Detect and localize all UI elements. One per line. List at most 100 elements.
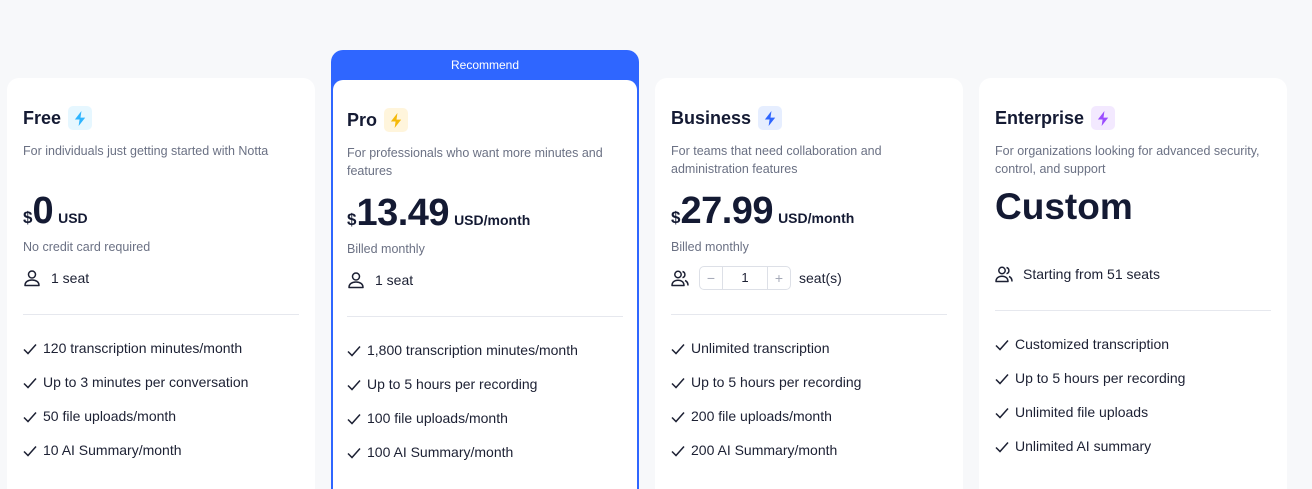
plan-title: Enterprise bbox=[995, 107, 1085, 128]
price-note-empty bbox=[995, 236, 1271, 254]
check-icon bbox=[995, 374, 1009, 385]
feature-item: 1,800 transcription minutes/month bbox=[347, 342, 623, 376]
price-amount: 13.49 bbox=[356, 192, 450, 234]
price-unit: USD/month bbox=[778, 210, 855, 226]
check-icon bbox=[23, 378, 37, 389]
feature-item: Unlimited file uploads bbox=[995, 404, 1271, 438]
check-icon bbox=[347, 414, 361, 425]
plan-description: For teams that need collaboration and ad… bbox=[671, 144, 882, 176]
lightning-icon bbox=[758, 106, 783, 130]
feature-list: 1,800 transcription minutes/month Up to … bbox=[347, 342, 623, 478]
decrement-button[interactable]: − bbox=[700, 267, 722, 289]
check-icon bbox=[995, 340, 1009, 351]
feature-text: Unlimited transcription bbox=[691, 340, 830, 356]
feature-text: Unlimited file uploads bbox=[1015, 404, 1149, 420]
feature-text: 120 transcription minutes/month bbox=[43, 340, 243, 356]
feature-text: 1,800 transcription minutes/month bbox=[367, 342, 578, 358]
price-amount: 27.99 bbox=[680, 190, 774, 232]
currency-symbol: $ bbox=[23, 208, 33, 227]
feature-item: 100 AI Summary/month bbox=[347, 444, 623, 478]
plan-description: For individuals just getting started wit… bbox=[23, 144, 269, 158]
feature-text: 100 file uploads/month bbox=[367, 410, 508, 426]
check-icon bbox=[347, 448, 361, 459]
feature-text: 200 file uploads/month bbox=[691, 408, 832, 424]
divider bbox=[347, 316, 623, 317]
plan-card-free: Free For individuals just getting starte… bbox=[7, 78, 315, 489]
feature-item: Unlimited AI summary bbox=[995, 438, 1271, 472]
seat-stepper[interactable]: − 1 + bbox=[699, 266, 791, 290]
check-icon bbox=[671, 412, 685, 423]
users-icon bbox=[995, 266, 1013, 283]
user-icon bbox=[24, 270, 40, 287]
price: $ 27.99 USD/month bbox=[671, 190, 947, 234]
price-custom: Custom bbox=[995, 186, 1133, 227]
feature-text: Up to 5 hours per recording bbox=[691, 374, 862, 390]
plan-card-enterprise: Enterprise For organizations looking for… bbox=[979, 78, 1287, 489]
feature-text: 10 AI Summary/month bbox=[43, 442, 182, 458]
plan-card-business: Business For teams that need collaborati… bbox=[655, 78, 963, 489]
currency-symbol: $ bbox=[671, 208, 681, 227]
feature-list: Customized transcription Up to 5 hours p… bbox=[995, 336, 1271, 472]
seat-count-input[interactable]: 1 bbox=[722, 267, 768, 289]
feature-text: Customized transcription bbox=[1015, 336, 1170, 352]
feature-item: Unlimited transcription bbox=[671, 340, 947, 374]
currency-symbol: $ bbox=[347, 210, 357, 229]
feature-text: Up to 5 hours per recording bbox=[367, 376, 538, 392]
seat-info: Starting from 51 seats bbox=[995, 263, 1271, 285]
price: $ 0 USD bbox=[23, 190, 299, 234]
price: Custom bbox=[995, 186, 1271, 230]
plan-title: Business bbox=[671, 107, 752, 128]
seat-suffix: seat(s) bbox=[799, 270, 842, 286]
price-note: No credit card required bbox=[23, 240, 151, 254]
users-icon bbox=[671, 270, 689, 287]
feature-item: Customized transcription bbox=[995, 336, 1271, 370]
divider bbox=[23, 314, 299, 315]
check-icon bbox=[671, 378, 685, 389]
check-icon bbox=[23, 344, 37, 355]
feature-item: Up to 5 hours per recording bbox=[671, 374, 947, 408]
seat-label: Starting from 51 seats bbox=[1023, 266, 1160, 282]
seat-info: 1 seat bbox=[347, 269, 623, 291]
increment-button[interactable]: + bbox=[768, 267, 790, 289]
lightning-icon bbox=[68, 106, 93, 130]
feature-text: 200 AI Summary/month bbox=[691, 442, 838, 458]
price: $ 13.49 USD/month bbox=[347, 192, 623, 236]
feature-list: 120 transcription minutes/month Up to 3 … bbox=[23, 340, 299, 476]
lightning-icon bbox=[384, 108, 409, 132]
plan-description: For organizations looking for advanced s… bbox=[995, 144, 1260, 176]
price-amount: 0 bbox=[32, 190, 54, 232]
feature-text: 100 AI Summary/month bbox=[367, 444, 514, 460]
price-unit: USD/month bbox=[454, 212, 531, 228]
price-note: Billed monthly bbox=[347, 242, 425, 256]
lightning-icon bbox=[1091, 106, 1116, 130]
feature-text: Up to 3 minutes per conversation bbox=[43, 374, 249, 390]
feature-item: 200 AI Summary/month bbox=[671, 442, 947, 476]
check-icon bbox=[671, 344, 685, 355]
plan-description: For professionals who want more minutes … bbox=[347, 146, 603, 178]
feature-item: 50 file uploads/month bbox=[23, 408, 299, 442]
check-icon bbox=[347, 380, 361, 391]
feature-item: 10 AI Summary/month bbox=[23, 442, 299, 476]
feature-text: 50 file uploads/month bbox=[43, 408, 177, 424]
check-icon bbox=[995, 442, 1009, 453]
feature-item: Up to 5 hours per recording bbox=[347, 376, 623, 410]
check-icon bbox=[23, 412, 37, 423]
check-icon bbox=[995, 408, 1009, 419]
feature-item: 200 file uploads/month bbox=[671, 408, 947, 442]
plan-title: Free bbox=[23, 107, 62, 128]
feature-item: Up to 5 hours per recording bbox=[995, 370, 1271, 404]
feature-item: 100 file uploads/month bbox=[347, 410, 623, 444]
seat-label: 1 seat bbox=[51, 270, 90, 286]
divider bbox=[995, 310, 1271, 311]
check-icon bbox=[23, 446, 37, 457]
divider bbox=[671, 314, 947, 315]
seat-info: − 1 + seat(s) bbox=[671, 266, 947, 290]
feature-item: 120 transcription minutes/month bbox=[23, 340, 299, 374]
feature-list: Unlimited transcription Up to 5 hours pe… bbox=[671, 340, 947, 476]
seat-label: 1 seat bbox=[375, 272, 414, 288]
check-icon bbox=[347, 346, 361, 357]
plan-card-pro: Recommend Pro For professionals who want… bbox=[331, 50, 639, 489]
feature-item: Up to 3 minutes per conversation bbox=[23, 374, 299, 408]
feature-text: Unlimited AI summary bbox=[1015, 438, 1152, 454]
recommend-badge: Recommend bbox=[450, 58, 520, 72]
